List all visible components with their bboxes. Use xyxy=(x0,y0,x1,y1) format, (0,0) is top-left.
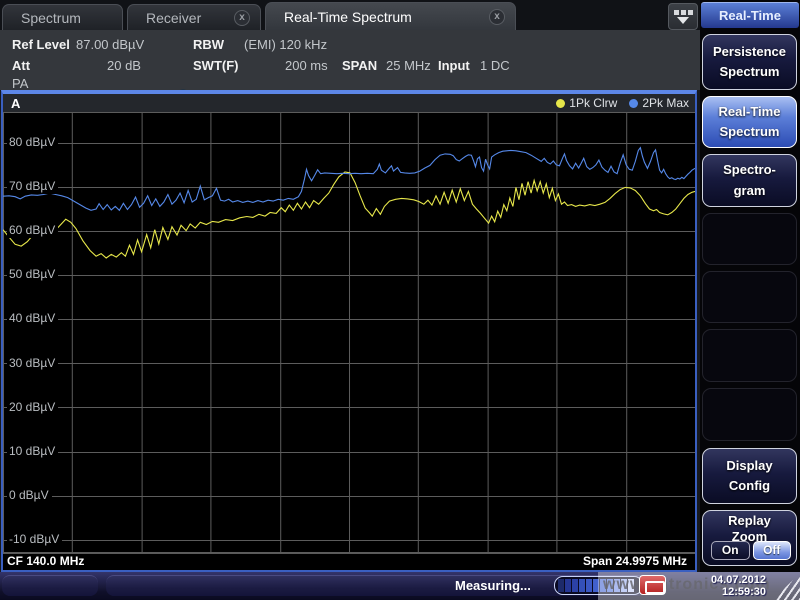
swt-value[interactable]: 200 ms xyxy=(285,58,328,73)
time: 12:59:30 xyxy=(711,586,766,598)
legend-item-1pk[interactable]: 1Pk Clrw xyxy=(556,96,617,110)
ref-level-label: Ref Level xyxy=(12,37,70,52)
rbw-value[interactable]: (EMI) 120 kHz xyxy=(244,37,327,52)
y-tick: 30 dBµV xyxy=(7,356,58,371)
tab-overflow-button[interactable] xyxy=(668,3,698,30)
replay-zoom-toggle: On Off xyxy=(711,541,791,560)
progress-segment xyxy=(565,579,571,592)
spectrum-plot: 80 dBµV 70 dBµV 60 dBµV 50 dBµV 40 dBµV … xyxy=(3,112,695,553)
replay-zoom-on-button[interactable]: On xyxy=(711,541,750,560)
y-tick: 10 dBµV xyxy=(7,444,58,459)
softkey-empty-2 xyxy=(702,271,797,323)
att-label: Att xyxy=(12,58,30,73)
center-frequency[interactable]: CF 140.0 MHz xyxy=(7,554,84,568)
span-readout[interactable]: Span 24.9975 MHz xyxy=(583,554,687,568)
progress-segment xyxy=(558,579,564,592)
tab-list-icon xyxy=(674,10,693,15)
trace-legend: 1Pk Clrw 2Pk Max xyxy=(556,96,689,110)
frequency-axis-bar: CF 140.0 MHz Span 24.9975 MHz xyxy=(3,553,695,568)
y-tick: 60 dBµV xyxy=(7,223,58,238)
tab-label: Spectrum xyxy=(13,10,112,26)
trace1-dot-icon xyxy=(556,99,565,108)
spectrum-analyzer-screen: Spectrum Receiver x Real-Time Spectrum x… xyxy=(0,0,800,600)
softkey-persistence-spectrum[interactable]: Persistence Spectrum xyxy=(702,34,797,90)
transducer-indicator: PA xyxy=(12,76,28,91)
y-tick: 70 dBµV xyxy=(7,179,58,194)
trace2-dot-icon xyxy=(629,99,638,108)
softkey-empty-4 xyxy=(702,388,797,441)
legend-label: 2Pk Max xyxy=(642,96,689,110)
softkey-spectrogram[interactable]: Spectro- gram xyxy=(702,154,797,207)
y-tick: 40 dBµV xyxy=(7,311,58,326)
softkey-replay-zoom[interactable]: Replay Zoom On Off xyxy=(702,510,797,566)
softkey-menu: Real-Time Persistence Spectrum Real-Time… xyxy=(700,0,800,572)
legend-label: 1Pk Clrw xyxy=(569,96,617,110)
input-label: Input xyxy=(438,58,470,73)
span-value[interactable]: 25 MHz xyxy=(386,58,431,73)
status-panel-left xyxy=(2,575,98,596)
watermark: www.cntronics.com xyxy=(598,572,800,600)
close-icon[interactable]: x xyxy=(489,9,505,25)
trace-canvas xyxy=(3,112,695,553)
att-value[interactable]: 20 dB xyxy=(107,58,141,73)
measurement-status: Measuring... xyxy=(455,578,531,593)
tab-label: Receiver xyxy=(138,10,234,26)
y-tick: 20 dBµV xyxy=(7,400,58,415)
softkey-label: Persistence Spectrum xyxy=(713,42,786,82)
watermark-logo xyxy=(639,575,666,595)
replay-zoom-off-button[interactable]: Off xyxy=(753,541,792,560)
softkey-empty-3 xyxy=(702,329,797,382)
progress-segment xyxy=(572,579,578,592)
softkey-empty-1 xyxy=(702,213,797,265)
progress-segment xyxy=(586,579,592,592)
legend-item-2pk[interactable]: 2Pk Max xyxy=(629,96,689,110)
main-area: Spectrum Receiver x Real-Time Spectrum x… xyxy=(0,0,700,572)
softkey-label: Replay Zoom xyxy=(728,513,771,544)
input-value[interactable]: 1 DC xyxy=(480,58,510,73)
span-label: SPAN xyxy=(342,58,377,73)
date: 04.07.2012 xyxy=(711,574,766,586)
tab-real-time-spectrum[interactable]: Real-Time Spectrum x xyxy=(265,2,516,30)
trace-window: A 1Pk Clrw 2Pk Max 80 dBµV 70 dBµV 60 dB… xyxy=(1,90,697,572)
progress-segment xyxy=(579,579,585,592)
softkey-display-config[interactable]: Display Config xyxy=(702,448,797,504)
swt-label: SWT(F) xyxy=(193,58,238,73)
tab-bar: Spectrum Receiver x Real-Time Spectrum x xyxy=(0,0,700,30)
status-bar: Measuring... www.cntronics.com 04.07.201… xyxy=(0,572,800,600)
y-tick: 50 dBµV xyxy=(7,267,58,282)
settings-bar: Ref Level 87.00 dBµV RBW (EMI) 120 kHz A… xyxy=(0,30,700,90)
window-badge: A xyxy=(11,96,20,111)
y-tick: 80 dBµV xyxy=(7,135,58,150)
close-icon[interactable]: x xyxy=(234,10,250,26)
softkey-label: Display Config xyxy=(726,456,772,496)
chevron-down-icon xyxy=(677,17,689,24)
softkey-label: Spectro- gram xyxy=(723,160,776,200)
tab-label: Real-Time Spectrum xyxy=(276,9,489,25)
tab-receiver[interactable]: Receiver x xyxy=(127,4,261,30)
date-time: 04.07.2012 12:59:30 xyxy=(711,574,766,598)
y-tick: 0 dBµV xyxy=(7,488,52,503)
y-tick: -10 dBµV xyxy=(7,532,62,547)
trace-window-header: A 1Pk Clrw 2Pk Max xyxy=(3,94,695,112)
softkey-real-time-spectrum[interactable]: Real-Time Spectrum xyxy=(702,96,797,148)
softkey-label: Real-Time Spectrum xyxy=(719,102,781,142)
tab-spectrum[interactable]: Spectrum xyxy=(2,4,123,30)
rbw-label: RBW xyxy=(193,37,224,52)
ref-level-value[interactable]: 87.00 dBµV xyxy=(76,37,144,52)
softkey-menu-title: Real-Time xyxy=(701,2,799,28)
